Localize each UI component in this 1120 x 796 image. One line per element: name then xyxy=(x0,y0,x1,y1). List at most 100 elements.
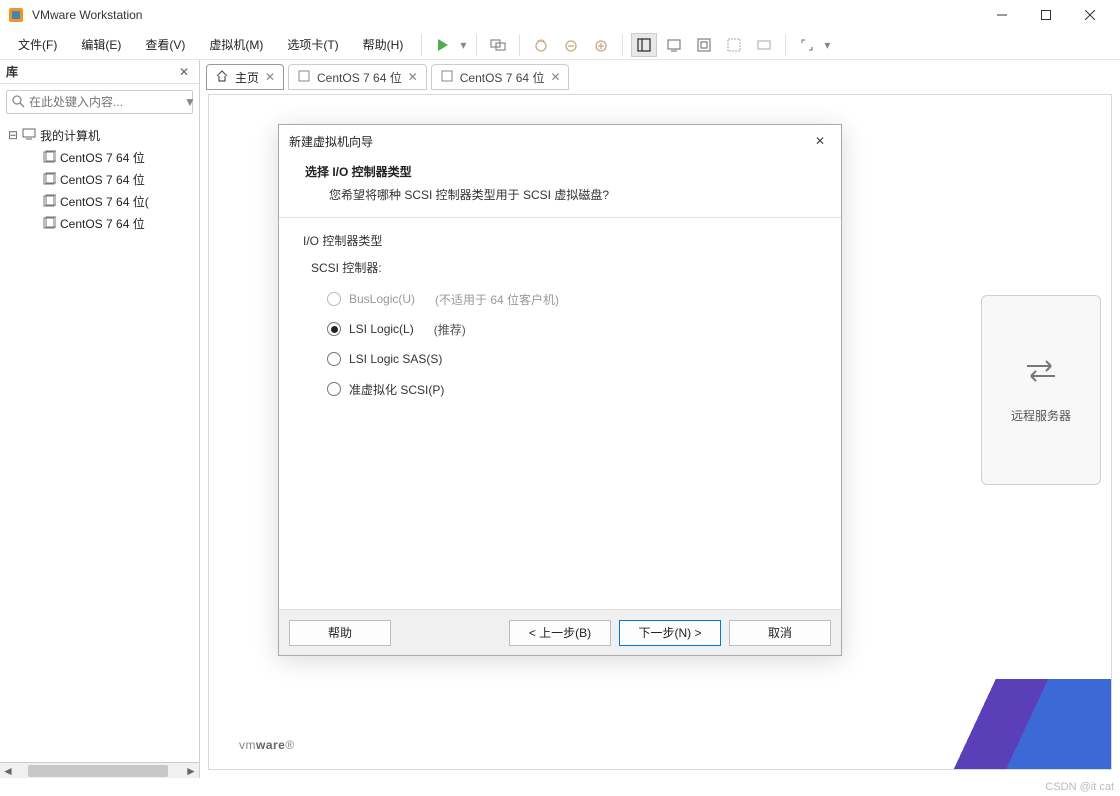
dialog-heading: 选择 I/O 控制器类型 xyxy=(305,163,815,180)
sub-label: SCSI 控制器: xyxy=(311,259,817,276)
corner-decoration xyxy=(891,679,1111,769)
tree-item-label: CentOS 7 64 位( xyxy=(60,193,149,210)
maximize-button[interactable] xyxy=(1024,0,1068,30)
option-label: LSI Logic SAS(S) xyxy=(349,352,442,366)
snapshot3-icon[interactable] xyxy=(588,33,614,57)
view-console-icon[interactable] xyxy=(661,33,687,57)
radio-icon xyxy=(327,382,341,396)
tab-close-icon[interactable]: ✕ xyxy=(408,70,418,84)
tab-close-icon[interactable]: ✕ xyxy=(550,70,560,84)
menu-tabs[interactable]: 选项卡(T) xyxy=(277,32,348,57)
tree-root-label: 我的计算机 xyxy=(40,127,100,144)
sidebar-scrollbar[interactable]: ◄ ► xyxy=(0,762,199,778)
search-input[interactable] xyxy=(29,95,184,109)
vm-icon xyxy=(42,172,56,186)
tab-vm1[interactable]: CentOS 7 64 位 ✕ xyxy=(288,64,427,90)
play-icon[interactable] xyxy=(430,33,456,57)
tabs: 主页 ✕ CentOS 7 64 位 ✕ CentOS 7 64 位 ✕ xyxy=(200,60,1120,90)
menu-view[interactable]: 查看(V) xyxy=(135,32,195,57)
watermark: CSDN @it cat xyxy=(1045,778,1114,796)
monitor-icon xyxy=(22,127,36,144)
close-window-button[interactable] xyxy=(1068,0,1112,30)
tab-label: 主页 xyxy=(235,69,259,86)
option-buslogic: BusLogic(U) (不适用于 64 位客户机) xyxy=(327,284,817,314)
dialog-subheading: 您希望将哪种 SCSI 控制器类型用于 SCSI 虚拟磁盘? xyxy=(305,186,815,203)
app-icon xyxy=(8,7,24,23)
tree-item[interactable]: CentOS 7 64 位 xyxy=(2,212,197,234)
tab-label: CentOS 7 64 位 xyxy=(460,69,545,86)
menu-vm[interactable]: 虚拟机(M) xyxy=(199,32,273,57)
dialog-title: 新建虚拟机向导 xyxy=(289,133,815,150)
view-fullscreen-icon[interactable] xyxy=(691,33,717,57)
search-box[interactable]: ▼ xyxy=(6,90,193,114)
menu-edit[interactable]: 编辑(E) xyxy=(71,32,131,57)
view-unity-icon[interactable] xyxy=(721,33,747,57)
menu-file[interactable]: 文件(F) xyxy=(8,32,67,57)
next-button[interactable]: 下一步(N) > xyxy=(619,620,721,646)
swap-arrows-icon xyxy=(1021,356,1061,389)
tab-vm2[interactable]: CentOS 7 64 位 ✕ xyxy=(431,64,570,90)
search-dropdown-icon[interactable]: ▼ xyxy=(184,95,196,109)
vm-icon xyxy=(440,69,454,86)
option-label: LSI Logic(L) xyxy=(349,322,414,336)
option-note: (不适用于 64 位客户机) xyxy=(435,291,559,308)
help-button[interactable]: 帮助 xyxy=(289,620,391,646)
titlebar: VMware Workstation xyxy=(0,0,1120,30)
screens-icon[interactable] xyxy=(485,33,511,57)
vmware-logo-bold: ware xyxy=(256,738,285,752)
home-icon xyxy=(215,69,229,86)
option-paravirt[interactable]: 准虚拟化 SCSI(P) xyxy=(327,374,817,404)
vm-icon xyxy=(297,69,311,86)
tree-item[interactable]: CentOS 7 64 位 xyxy=(2,168,197,190)
tab-label: CentOS 7 64 位 xyxy=(317,69,402,86)
new-vm-wizard-dialog: 新建虚拟机向导 ✕ 选择 I/O 控制器类型 您希望将哪种 SCSI 控制器类型… xyxy=(278,124,842,656)
option-lsilogic[interactable]: LSI Logic(L) (推荐) xyxy=(327,314,817,344)
scroll-right-icon[interactable]: ► xyxy=(183,763,199,778)
view-single-icon[interactable] xyxy=(631,33,657,57)
scrollbar-thumb[interactable] xyxy=(28,765,168,777)
tree-item-label: CentOS 7 64 位 xyxy=(60,215,145,232)
library-tree: ⊟ 我的计算机 CentOS 7 64 位 CentOS 7 64 位 Cent… xyxy=(0,120,199,762)
remote-server-card[interactable]: 远程服务器 xyxy=(981,295,1101,485)
expand-dropdown-icon[interactable]: ▾ xyxy=(824,38,832,52)
back-button[interactable]: < 上一步(B) xyxy=(509,620,611,646)
collapse-icon[interactable]: ⊟ xyxy=(8,128,18,142)
tab-close-icon[interactable]: ✕ xyxy=(265,70,275,84)
snapshot1-icon[interactable] xyxy=(528,33,554,57)
search-icon xyxy=(11,94,25,111)
view-stretch-icon[interactable] xyxy=(751,33,777,57)
sidebar-title: 库 xyxy=(6,63,179,80)
vmware-logo-light: vm xyxy=(239,738,256,752)
option-label: BusLogic(U) xyxy=(349,292,415,306)
dialog-close-icon[interactable]: ✕ xyxy=(815,134,831,148)
tree-item[interactable]: CentOS 7 64 位( xyxy=(2,190,197,212)
cancel-button[interactable]: 取消 xyxy=(729,620,831,646)
tab-home[interactable]: 主页 ✕ xyxy=(206,64,284,90)
remote-card-label: 远程服务器 xyxy=(1011,407,1071,424)
sidebar-close-icon[interactable]: ✕ xyxy=(179,65,193,79)
option-note: (推荐) xyxy=(434,321,466,338)
tree-item-label: CentOS 7 64 位 xyxy=(60,149,145,166)
vmware-logo: vmware® xyxy=(239,729,295,755)
option-lsilogic-sas[interactable]: LSI Logic SAS(S) xyxy=(327,344,817,374)
window-title: VMware Workstation xyxy=(32,8,980,22)
menubar: 文件(F) 编辑(E) 查看(V) 虚拟机(M) 选项卡(T) 帮助(H) ▾ … xyxy=(0,30,1120,60)
radio-icon xyxy=(327,292,341,306)
tree-root[interactable]: ⊟ 我的计算机 xyxy=(2,124,197,146)
vm-icon xyxy=(42,194,56,208)
play-dropdown-icon[interactable]: ▾ xyxy=(460,38,468,52)
sidebar: 库 ✕ ▼ ⊟ 我的计算机 CentOS 7 64 位 CentOS 7 64 … xyxy=(0,60,200,778)
menu-help[interactable]: 帮助(H) xyxy=(353,32,414,57)
group-label: I/O 控制器类型 xyxy=(303,232,817,249)
vm-icon xyxy=(42,150,56,164)
radio-icon xyxy=(327,352,341,366)
scroll-left-icon[interactable]: ◄ xyxy=(0,763,16,778)
option-label: 准虚拟化 SCSI(P) xyxy=(349,381,444,398)
minimize-button[interactable] xyxy=(980,0,1024,30)
vm-icon xyxy=(42,216,56,230)
tree-item-label: CentOS 7 64 位 xyxy=(60,171,145,188)
tree-item[interactable]: CentOS 7 64 位 xyxy=(2,146,197,168)
snapshot2-icon[interactable] xyxy=(558,33,584,57)
radio-icon xyxy=(327,322,341,336)
expand-icon[interactable] xyxy=(794,33,820,57)
